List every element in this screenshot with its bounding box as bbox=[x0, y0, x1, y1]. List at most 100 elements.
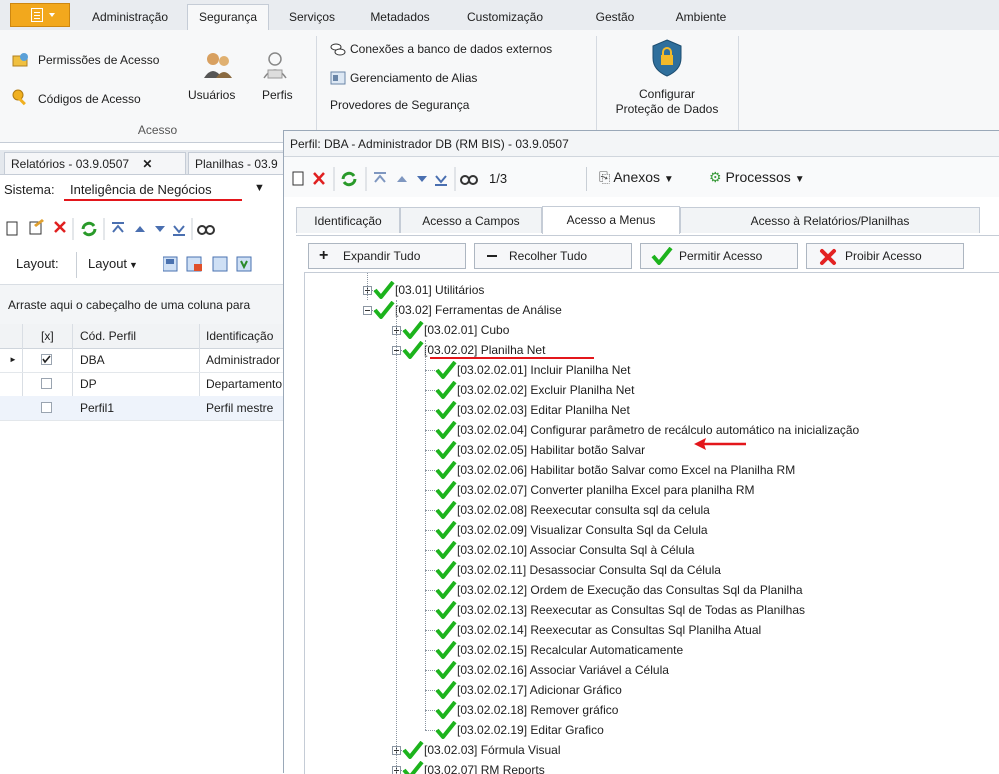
tab-ambiente[interactable]: Ambiente bbox=[658, 5, 744, 30]
tree-item[interactable]: [03.02.02.05] Habilitar botão Salvar bbox=[305, 440, 999, 460]
tab-servicos[interactable]: Serviços bbox=[272, 5, 352, 30]
tab-acesso-relatorios-planilhas[interactable]: Acesso à Relatórios/Planilhas bbox=[680, 207, 980, 233]
provedores-seguranca-button[interactable]: Provedores de Segurança bbox=[330, 98, 469, 112]
tree-item[interactable]: [03.02.02.04] Configurar parâmetro de re… bbox=[305, 420, 999, 440]
check-icon[interactable] bbox=[435, 661, 457, 679]
check-icon[interactable] bbox=[435, 361, 457, 379]
tab-acesso-menus[interactable]: Acesso a Menus bbox=[542, 206, 680, 234]
check-icon[interactable] bbox=[435, 721, 457, 739]
tab-metadados[interactable]: Metadados bbox=[355, 5, 445, 30]
configurar-protecao-dados-button[interactable]: Configurar Proteção de Dados bbox=[606, 38, 736, 124]
check-icon[interactable] bbox=[435, 561, 457, 579]
check-icon[interactable] bbox=[435, 441, 457, 459]
processos-button[interactable]: ⚙ Processos ▼ bbox=[709, 169, 805, 186]
check-icon[interactable] bbox=[435, 481, 457, 499]
column-header-check[interactable]: [x] bbox=[41, 324, 54, 348]
doc-tab-planilhas[interactable]: Planilhas - 03.9 bbox=[188, 152, 285, 174]
tree-item[interactable]: [03.01] Utilitários bbox=[305, 280, 999, 300]
check-icon[interactable] bbox=[435, 421, 457, 439]
delete-icon[interactable] bbox=[313, 172, 325, 185]
check-icon[interactable] bbox=[435, 701, 457, 719]
tree-item[interactable]: [03.02.02.16] Associar Variável a Célula bbox=[305, 660, 999, 680]
check-icon[interactable] bbox=[435, 381, 457, 399]
previous-record-icon[interactable] bbox=[397, 176, 407, 182]
check-icon[interactable] bbox=[435, 601, 457, 619]
tree-item[interactable]: [03.02.02.01] Incluir Planilha Net bbox=[305, 360, 999, 380]
check-icon[interactable] bbox=[402, 761, 424, 774]
tree-item[interactable]: [03.02.02.14] Reexecutar as Consultas Sq… bbox=[305, 620, 999, 640]
next-record-icon[interactable] bbox=[417, 176, 427, 182]
proibir-acesso-button[interactable]: Proibir Acesso bbox=[806, 243, 964, 269]
last-record-icon[interactable] bbox=[435, 175, 447, 186]
tab-gestao[interactable]: Gestão bbox=[585, 5, 645, 30]
check-icon[interactable] bbox=[435, 581, 457, 599]
column-header-cod-perfil[interactable]: Cód. Perfil bbox=[80, 324, 136, 348]
anexos-button[interactable]: ⎘ Anexos ▼ bbox=[599, 169, 674, 186]
check-icon[interactable] bbox=[402, 341, 424, 359]
tree-item[interactable]: [03.02.02.17] Adicionar Gráfico bbox=[305, 680, 999, 700]
row-checkbox[interactable] bbox=[41, 354, 52, 365]
previous-record-icon[interactable] bbox=[135, 226, 145, 232]
check-icon[interactable] bbox=[373, 301, 395, 319]
search-icon[interactable] bbox=[460, 175, 478, 185]
row-checkbox[interactable] bbox=[41, 402, 52, 413]
permitir-acesso-button[interactable]: Permitir Acesso bbox=[640, 243, 798, 269]
check-icon[interactable] bbox=[435, 501, 457, 519]
tree-item[interactable]: [03.02.02.08] Reexecutar consulta sql da… bbox=[305, 500, 999, 520]
perfis-button[interactable]: Perfis bbox=[256, 48, 296, 116]
table-row[interactable]: ► DBA Administrador DB bbox=[0, 348, 285, 373]
group-by-area[interactable]: Arraste aqui o cabeçalho de uma coluna p… bbox=[0, 284, 285, 326]
delete-icon[interactable] bbox=[54, 221, 66, 233]
tree-item[interactable]: [03.02.01] Cubo bbox=[305, 320, 999, 340]
tree-item[interactable]: [03.02.02.07] Converter planilha Excel p… bbox=[305, 480, 999, 500]
usuarios-button[interactable]: Usuários bbox=[188, 48, 244, 116]
tree-item[interactable]: [03.02.02.10] Associar Consulta Sql à Cé… bbox=[305, 540, 999, 560]
check-icon[interactable] bbox=[435, 521, 457, 539]
check-icon[interactable] bbox=[435, 401, 457, 419]
tab-identificacao[interactable]: Identificação bbox=[296, 207, 400, 233]
row-checkbox[interactable] bbox=[41, 378, 52, 389]
table-row[interactable]: Perfil1 Perfil mestre bbox=[0, 396, 285, 421]
last-record-icon[interactable] bbox=[173, 225, 185, 236]
check-icon[interactable] bbox=[435, 461, 457, 479]
tree-item[interactable]: [03.02.02.12] Ordem de Execução das Cons… bbox=[305, 580, 999, 600]
tree-item[interactable]: [03.02.02.02] Excluir Planilha Net bbox=[305, 380, 999, 400]
chevron-down-icon[interactable]: ▼ bbox=[254, 182, 265, 194]
tab-seguranca[interactable]: Segurança bbox=[187, 4, 269, 31]
collapse-icon[interactable] bbox=[363, 306, 372, 315]
tree-item[interactable]: [03.02.02.18] Remover gráfico bbox=[305, 700, 999, 720]
refresh-icon[interactable] bbox=[81, 221, 97, 237]
tree-item[interactable]: [03.02.02.06] Habilitar botão Salvar com… bbox=[305, 460, 999, 480]
check-icon[interactable] bbox=[435, 621, 457, 639]
expandir-tudo-button[interactable]: + Expandir Tudo bbox=[308, 243, 466, 269]
tree-item[interactable]: [03.02.02.19] Editar Grafico bbox=[305, 720, 999, 740]
doc-tab-relatorios[interactable]: Relatórios - 03.9.0507 ✕ bbox=[4, 152, 186, 174]
recolher-tudo-button[interactable]: Recolher Tudo bbox=[474, 243, 632, 269]
grid-layout-icon[interactable] bbox=[212, 256, 228, 272]
check-icon[interactable] bbox=[435, 641, 457, 659]
tab-administracao[interactable]: Administração bbox=[78, 5, 182, 30]
check-icon[interactable] bbox=[435, 681, 457, 699]
tab-acesso-campos[interactable]: Acesso a Campos bbox=[400, 207, 542, 233]
check-icon[interactable] bbox=[435, 541, 457, 559]
sistema-select[interactable]: Inteligência de Negócios bbox=[70, 182, 212, 197]
table-row[interactable]: DP Departamento Pessoal bbox=[0, 372, 285, 397]
tree-item[interactable]: [03.02.02.15] Recalcular Automaticamente bbox=[305, 640, 999, 660]
tree-item[interactable]: [03.02.02.03] Editar Planilha Net bbox=[305, 400, 999, 420]
check-icon[interactable] bbox=[402, 321, 424, 339]
column-header-identificacao[interactable]: Identificação bbox=[206, 324, 273, 348]
new-icon[interactable] bbox=[6, 221, 18, 236]
tree-item[interactable]: [03.02.02.11] Desassociar Consulta Sql d… bbox=[305, 560, 999, 580]
tab-customizacao[interactable]: Customização bbox=[450, 5, 560, 30]
first-record-icon[interactable] bbox=[374, 172, 386, 183]
tree-item[interactable]: [03.02.02.09] Visualizar Consulta Sql da… bbox=[305, 520, 999, 540]
first-record-icon[interactable] bbox=[112, 222, 124, 233]
tree-item[interactable]: [03.02] Ferramentas de Análise bbox=[305, 300, 999, 320]
next-record-icon[interactable] bbox=[155, 226, 165, 232]
tree-item[interactable]: [03.02.03] Fórmula Visual bbox=[305, 740, 999, 760]
refresh-icon[interactable] bbox=[341, 171, 357, 187]
check-icon[interactable] bbox=[402, 741, 424, 759]
application-menu-button[interactable] bbox=[10, 3, 70, 27]
search-icon[interactable] bbox=[197, 225, 215, 235]
tree-item[interactable]: [03.02.02.13] Reexecutar as Consultas Sq… bbox=[305, 600, 999, 620]
